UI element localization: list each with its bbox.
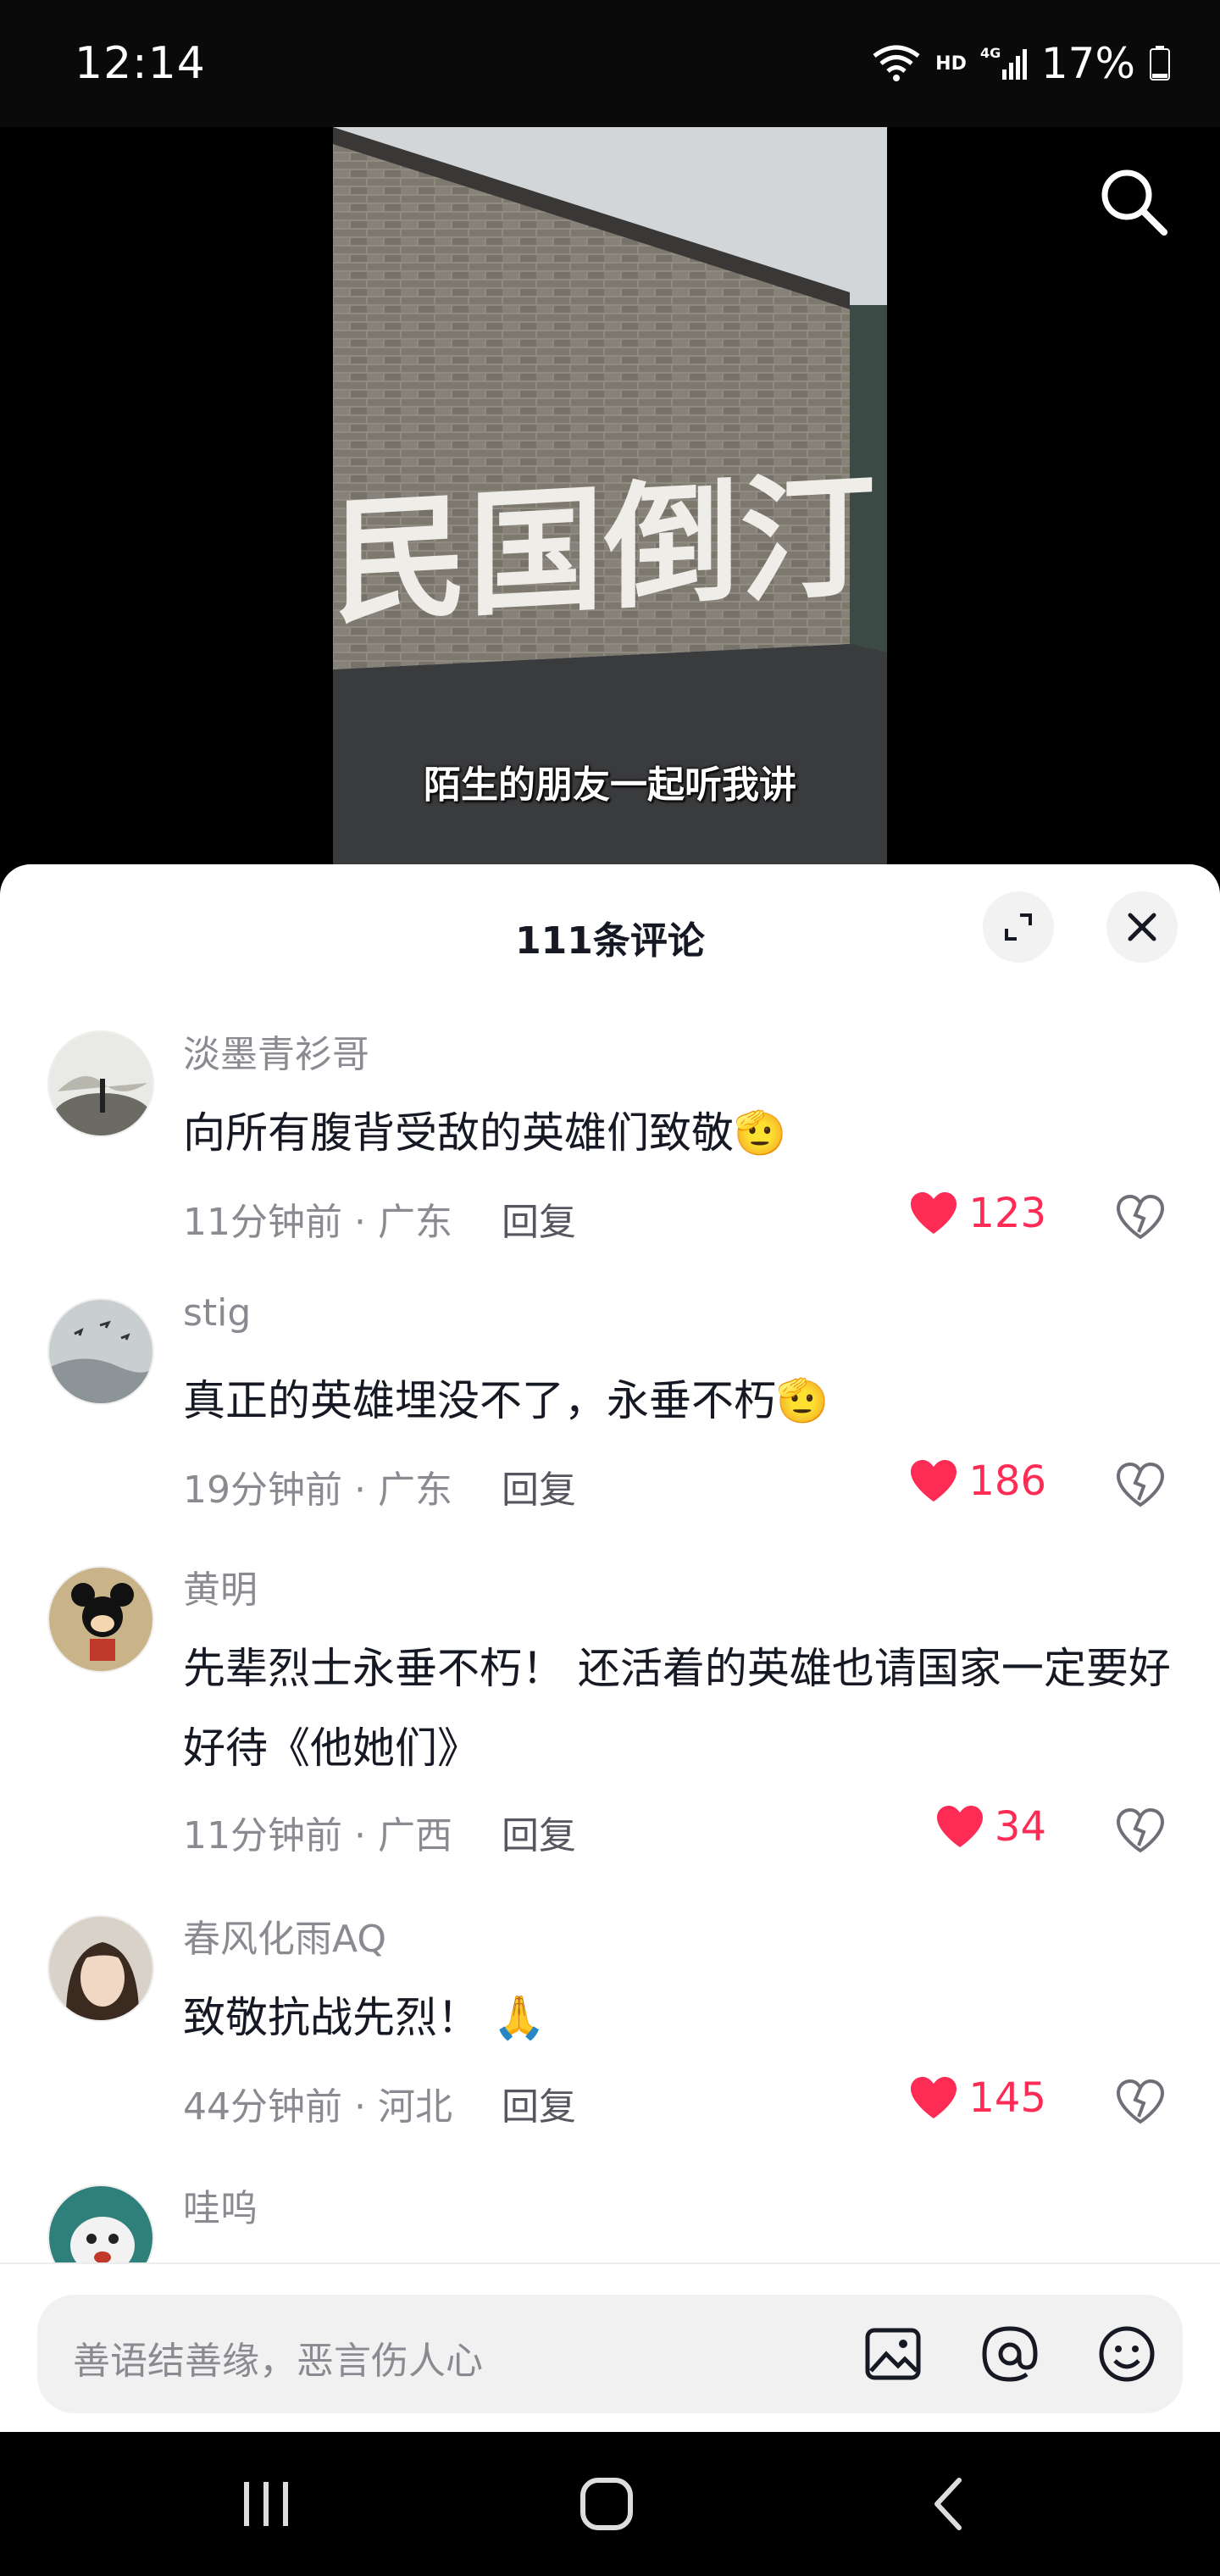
comment-item: stig 真正的英雄埋没不了，永垂不朽🫡 19分钟前 · 广东 回复 186 [0, 1291, 1220, 1546]
avatar[interactable] [47, 1915, 154, 2022]
like-button[interactable]: 123 [909, 1190, 1046, 1237]
comment-text: 真正的英雄埋没不了，永垂不朽🫡 [183, 1376, 829, 1425]
comment-item: 淡墨青衫哥 向所有腹背受敌的英雄们致敬🫡 11分钟前 · 广东 回复 123 [0, 1024, 1220, 1278]
expand-icon [1005, 913, 1032, 941]
comment-username[interactable]: 淡墨青衫哥 [183, 1024, 369, 1078]
like-button[interactable]: 145 [909, 2074, 1046, 2122]
comment-meta: 44分钟前 · 河北 回复 [183, 2076, 576, 2130]
comment-input-bar: 善语结善缘，恶言伤人心 [0, 2262, 1220, 2432]
image-icon[interactable] [857, 2318, 929, 2390]
like-count: 145 [968, 2074, 1046, 2122]
status-time: 12:14 [75, 38, 206, 89]
avatar[interactable] [47, 1298, 154, 1405]
emoji-icon[interactable] [1091, 2318, 1162, 2390]
recent-apps-icon[interactable] [232, 2470, 300, 2538]
like-count: 186 [968, 1457, 1046, 1505]
comment-sheet: 111条评论 淡墨青衫哥 向所有腹背受敌的英雄们致敬🫡 11分钟前 · 广东 回… [0, 864, 1220, 2432]
close-icon [1128, 913, 1156, 941]
search-icon[interactable] [1093, 161, 1174, 242]
heart-filled-icon [911, 1460, 957, 1502]
home-icon[interactable] [573, 2470, 640, 2538]
comment-list[interactable]: 淡墨青衫哥 向所有腹背受敌的英雄们致敬🫡 11分钟前 · 广东 回复 123 s… [0, 1000, 1220, 2284]
hd-indicator: HD [935, 53, 967, 75]
comment-input-placeholder: 善语结善缘，恶言伤人心 [73, 2340, 483, 2383]
svg-text:4G: 4G [980, 45, 1001, 61]
video-player[interactable]: 民国倒汀 陌生的朋友一起听我讲 [0, 127, 1220, 864]
like-count: 123 [968, 1190, 1046, 1237]
reply-button[interactable]: 回复 [502, 1459, 576, 1513]
broken-heart-icon[interactable] [1115, 1805, 1166, 1856]
comment-item: 黄明 先辈烈士永垂不朽！ 还活着的英雄也请国家一定要好好待《他她们》 11分钟前… [0, 1559, 1220, 1898]
heart-filled-icon [936, 1806, 983, 1847]
comment-text: 先辈烈士永垂不朽！ 还活着的英雄也请国家一定要好好待《他她们》 [183, 1644, 1171, 1773]
broken-heart-icon[interactable] [1115, 2076, 1166, 2127]
avatar[interactable] [47, 1566, 154, 1673]
comment-time-location: 11分钟前 · 广东 [183, 1201, 452, 1244]
like-button[interactable]: 34 [935, 1803, 1046, 1851]
broken-heart-icon[interactable] [1115, 1459, 1166, 1510]
comment-input[interactable]: 善语结善缘，恶言伤人心 [37, 2295, 1183, 2413]
status-indicators: HD 4G 17% [871, 39, 1171, 88]
cellular-signal-icon: 4G [980, 45, 1027, 80]
comment-text: 向所有腹背受敌的英雄们致敬🫡 [183, 1108, 787, 1158]
like-button[interactable]: 186 [909, 1457, 1046, 1505]
battery-icon [1150, 46, 1170, 80]
svg-text:民国倒汀: 民国倒汀 [333, 455, 875, 642]
comment-username[interactable]: stig [183, 1291, 251, 1335]
comment-username[interactable]: 春风化雨AQ [183, 1908, 386, 1963]
comment-sheet-header: 111条评论 [0, 864, 1220, 1000]
comment-time-location: 44分钟前 · 河北 [183, 2085, 452, 2129]
video-frame[interactable]: 民国倒汀 陌生的朋友一起听我讲 [333, 127, 887, 864]
avatar[interactable] [47, 1030, 154, 1137]
comment-item: 春风化雨AQ 致敬抗战先烈！ 🙏 44分钟前 · 河北 回复 145 [0, 1908, 1220, 2162]
comment-username[interactable]: 哇呜 [183, 2178, 258, 2232]
reply-button[interactable]: 回复 [502, 2076, 576, 2130]
battery-percent: 17% [1040, 39, 1135, 88]
comment-meta: 11分钟前 · 广东 回复 [183, 1191, 576, 1246]
reply-button[interactable]: 回复 [502, 1191, 576, 1246]
status-bar: 12:14 HD 4G 17% [0, 0, 1220, 127]
comment-username[interactable]: 黄明 [183, 1559, 258, 1613]
system-navigation-bar [0, 2432, 1220, 2576]
expand-button[interactable] [983, 891, 1054, 963]
back-icon[interactable] [915, 2470, 983, 2538]
broken-heart-icon[interactable] [1115, 1191, 1166, 1242]
comment-meta: 11分钟前 · 广西 回复 [183, 1805, 576, 1859]
comment-meta: 19分钟前 · 广东 回复 [183, 1459, 576, 1513]
heart-filled-icon [911, 2077, 957, 2118]
close-button[interactable] [1106, 891, 1178, 963]
comment-text: 致敬抗战先烈！ 🙏 [183, 1993, 546, 2042]
mention-icon[interactable] [974, 2318, 1045, 2390]
comment-time-location: 11分钟前 · 广西 [183, 1814, 452, 1857]
like-count: 34 [994, 1803, 1046, 1851]
comment-time-location: 19分钟前 · 广东 [183, 1468, 452, 1512]
heart-filled-icon [911, 1192, 957, 1234]
app-root: 12:14 HD 4G 17% 民国倒汀 陌生的朋友一起听我讲 111条评论 淡… [0, 0, 1220, 2576]
reply-button[interactable]: 回复 [502, 1805, 576, 1859]
wifi-icon [873, 45, 920, 81]
video-caption: 陌生的朋友一起听我讲 [424, 763, 796, 807]
